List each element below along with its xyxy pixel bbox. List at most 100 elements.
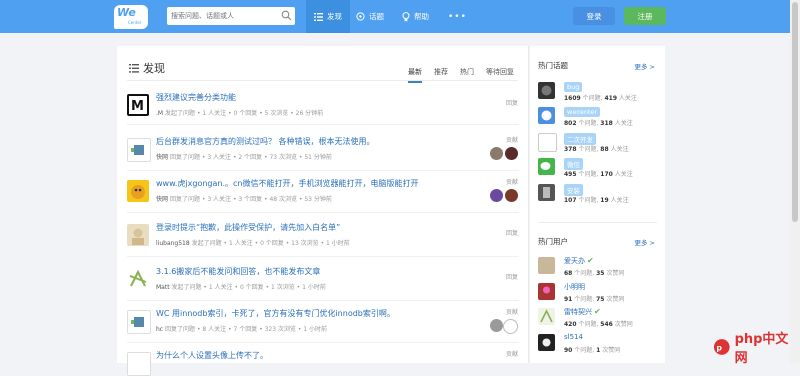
wechat-icon[interactable] xyxy=(538,158,555,175)
question-meta: hc 回复了问题 • 8 人关注 • 7 个回复 • 323 次浏览 • 1 小… xyxy=(156,326,328,333)
avatar[interactable] xyxy=(127,352,151,376)
topic-icon[interactable] xyxy=(538,184,555,201)
topic-icon[interactable] xyxy=(538,82,555,99)
question-author[interactable]: 快网 xyxy=(156,154,168,161)
question-author[interactable]: hc xyxy=(156,326,163,333)
user-like-count: 35 xyxy=(596,270,605,277)
question-author[interactable]: liubang518 xyxy=(156,240,190,247)
contributor-avatar[interactable] xyxy=(503,319,518,334)
topic-question-count: 495 xyxy=(564,171,577,178)
topic-item: bug 1609 个问题, 419 人关注 xyxy=(538,82,658,104)
contributor-avatar[interactable] xyxy=(490,147,503,160)
question-title[interactable]: 登录时提示“抱歉，此操作受保护，请先加入白名单” xyxy=(156,222,340,233)
question-meta: Matt 发起了问题 • 1 人关注 • 0 个回复 • 1 次浏览 • 1 小… xyxy=(156,284,326,291)
avatar[interactable] xyxy=(127,180,149,202)
user-name[interactable]: sl514 xyxy=(564,333,583,341)
question-title[interactable]: 3.1.6搬家后不能发问和回答，也不能发布文章 xyxy=(156,266,320,277)
list-item: WC 用innodb索引，卡死了，官方有没有专门优化innodb索引啊。 hc … xyxy=(127,308,519,343)
login-button[interactable]: 登录 xyxy=(573,7,615,25)
avatar[interactable]: M xyxy=(127,94,149,116)
question-title[interactable]: 为什么个人设置头像上传不了。 xyxy=(156,350,268,361)
question-stats: 1 人关注 • 0 个回复 • 1 次浏览 • 1 小时前 xyxy=(208,284,326,291)
nav-help[interactable]: 帮助 xyxy=(402,0,429,33)
topic-tag[interactable]: bug xyxy=(564,82,583,92)
user-item: sl514 90 个问题, 1 次赞同 xyxy=(538,333,658,356)
avatar[interactable] xyxy=(538,334,555,351)
contributor-avatar[interactable] xyxy=(490,319,503,332)
svg-text:p: p xyxy=(716,343,722,352)
user-question-unit: 个问题, xyxy=(578,321,599,328)
page-title-label: 发现 xyxy=(143,62,165,75)
user-like-count: 546 xyxy=(600,321,613,328)
logo-subtext: Center xyxy=(128,20,142,25)
avatar[interactable] xyxy=(538,257,555,274)
question-author[interactable]: .M xyxy=(156,110,163,117)
user-stats: 420 个问题, 546 次赞同 xyxy=(564,319,633,328)
user-like-count: 75 xyxy=(596,296,605,303)
topic-follow-count: 88 xyxy=(600,146,609,153)
user-name[interactable]: 爱天办 ✔ xyxy=(564,256,594,266)
login-label: 登录 xyxy=(586,11,602,21)
user-item: 爱天办 ✔ 68 个问题, 35 次赞同 xyxy=(538,256,658,279)
watermark-text: php中文网 xyxy=(734,332,789,366)
avatar[interactable] xyxy=(538,283,555,300)
user-like-count: 1 xyxy=(596,347,601,354)
question-meta: liubang518 发起了问题 • 1 人关注 • 0 个回复 • 13 次浏… xyxy=(156,240,350,247)
reply-link[interactable]: 回复 xyxy=(506,98,518,107)
question-title[interactable]: WC 用innodb索引，卡死了，官方有没有专门优化innodb索引啊。 xyxy=(156,308,395,319)
question-title[interactable]: 后台群发消息官方真的测试过吗？ 各种错误，根本无法使用。 xyxy=(156,136,375,147)
page-title: 发现 xyxy=(129,60,165,76)
topic-icon[interactable] xyxy=(538,133,557,152)
user-name-label: 小明明 xyxy=(564,283,585,291)
user-item: 雷特契兴 ✔ 420 个问题, 546 次赞同 xyxy=(538,307,658,330)
register-button[interactable]: 注册 xyxy=(624,7,666,25)
scrollbar-thumb[interactable] xyxy=(792,2,798,222)
avatar[interactable] xyxy=(127,138,151,162)
avatar[interactable] xyxy=(127,224,149,246)
search-input[interactable] xyxy=(171,9,279,22)
topic-stats: 1609 个问题, 419 人关注 xyxy=(564,93,637,102)
hot-topics-title: 热门话题 xyxy=(538,61,568,70)
contribution-label: 贡献 xyxy=(505,179,518,186)
contribution-label: 贡献 xyxy=(505,309,518,316)
user-question-count: 68 xyxy=(564,270,573,277)
question-author[interactable]: 快网 xyxy=(156,196,168,203)
topic-icon xyxy=(356,12,365,21)
topic-icon[interactable] xyxy=(538,107,555,124)
list-item: 后台群发消息官方真的测试过吗？ 各种错误，根本无法使用。 快网 回复了问题 • … xyxy=(127,136,519,171)
reply-link[interactable]: 回复 xyxy=(506,272,518,281)
topic-stats: 802 个问题, 318 人关注 xyxy=(564,118,633,127)
nav-topics[interactable]: 话题 xyxy=(356,0,384,33)
topic-follow-unit: 人关注 xyxy=(610,197,629,204)
question-title[interactable]: 强烈建议完善分类功能 xyxy=(156,92,236,103)
user-like-unit: 次赞同 xyxy=(606,296,625,303)
more-icon[interactable]: ••• xyxy=(448,0,467,33)
question-title[interactable]: www.虎jxgongan.。cn微信不能打开，手机浏览器能打开，电脑版能打开 xyxy=(156,178,419,189)
topic-question-unit: 个问题, xyxy=(582,95,603,102)
contributor-avatar[interactable] xyxy=(505,189,518,202)
user-name[interactable]: 小明明 xyxy=(564,282,585,292)
avatar[interactable] xyxy=(538,308,555,325)
hot-users-more-link[interactable]: 更多 > xyxy=(634,237,655,247)
contributor-avatar[interactable] xyxy=(490,189,503,202)
wecenter-logo[interactable]: We Center xyxy=(114,5,148,29)
page-scrollbar[interactable] xyxy=(790,0,800,363)
nav-discover[interactable]: 发现 xyxy=(306,0,350,33)
topic-item: wecenter 802 个问题, 318 人关注 xyxy=(538,107,658,129)
user-name[interactable]: 雷特契兴 ✔ xyxy=(564,307,601,317)
contributor-avatar[interactable] xyxy=(505,147,518,160)
topic-question-unit: 个问题, xyxy=(578,146,599,153)
question-stats: 3 人关注 • 3 个回复 • 48 次浏览 • 53 分钟前 xyxy=(207,196,332,203)
topic-tag[interactable]: wecenter xyxy=(564,107,601,117)
question-action: 发起了问题 xyxy=(191,240,222,247)
hot-topics-more-link[interactable]: 更多 > xyxy=(634,61,655,71)
user-like-unit: 次赞同 xyxy=(606,270,625,277)
avatar[interactable] xyxy=(127,268,149,290)
avatar[interactable] xyxy=(127,310,151,334)
reply-link[interactable]: 回复 xyxy=(506,228,518,237)
bulb-icon xyxy=(402,11,410,21)
contribution-label: 贡献 xyxy=(505,137,518,144)
search-icon[interactable] xyxy=(281,10,292,23)
question-author[interactable]: Matt xyxy=(156,284,170,291)
question-action: 发起了问题 xyxy=(165,110,196,117)
